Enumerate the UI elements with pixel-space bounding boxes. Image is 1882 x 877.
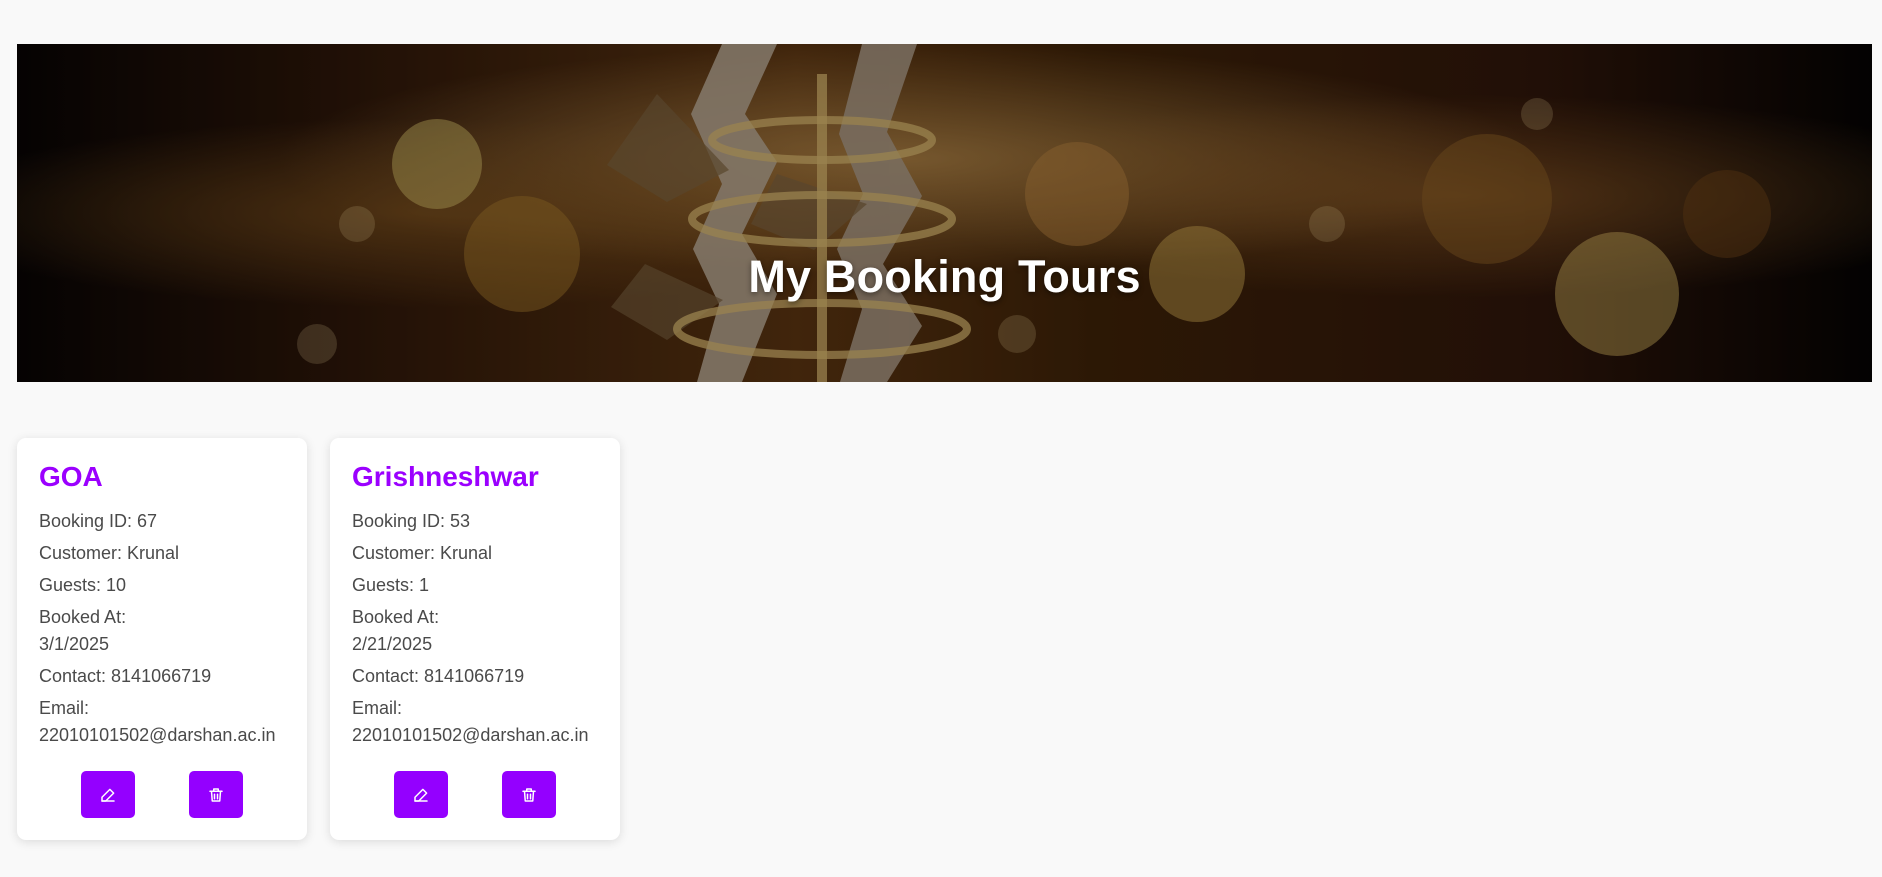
booking-cards-list: GOA Booking ID: 67 Customer: Krunal Gues… [17, 438, 620, 840]
booking-card: GOA Booking ID: 67 Customer: Krunal Gues… [17, 438, 307, 840]
contact-number: Contact: 8141066719 [39, 666, 212, 686]
guest-count: Guests: 10 [39, 575, 127, 595]
booking-actions [17, 771, 307, 818]
email-label: Email: [352, 698, 403, 718]
email-value: 22010101502@darshan.ac.in [352, 725, 589, 745]
booked-at-value: 3/1/2025 [39, 634, 110, 654]
edit-booking-button[interactable] [394, 771, 448, 818]
edit-icon [99, 786, 117, 804]
booked-at-value: 2/21/2025 [352, 634, 433, 654]
trash-icon [207, 786, 225, 804]
email-value: 22010101502@darshan.ac.in [39, 725, 276, 745]
booked-at: Booked At: 3/1/2025 [39, 604, 285, 658]
booked-at-label: Booked At: [352, 607, 440, 627]
page-title: My Booking Tours [748, 251, 1141, 303]
trash-icon [520, 786, 538, 804]
delete-booking-button[interactable] [189, 771, 243, 818]
booking-id: Booking ID: 53 [352, 511, 471, 531]
customer-name: Customer: Krunal [352, 543, 493, 563]
booked-at: Booked At: 2/21/2025 [352, 604, 598, 658]
edit-booking-button[interactable] [81, 771, 135, 818]
tour-title: Grishneshwar [352, 461, 539, 492]
hero-overlay [17, 44, 1872, 382]
page: My Booking Tours GOA Booking ID: 67 Cust… [0, 0, 1882, 877]
customer-name: Customer: Krunal [39, 543, 180, 563]
booking-id: Booking ID: 67 [39, 511, 158, 531]
email: Email: 22010101502@darshan.ac.in [39, 695, 285, 749]
booked-at-label: Booked At: [39, 607, 127, 627]
guest-count: Guests: 1 [352, 575, 430, 595]
booking-actions [330, 771, 620, 818]
email-label: Email: [39, 698, 90, 718]
edit-icon [412, 786, 430, 804]
delete-booking-button[interactable] [502, 771, 556, 818]
contact-number: Contact: 8141066719 [352, 666, 525, 686]
hero-banner: My Booking Tours [17, 44, 1872, 382]
booking-card: Grishneshwar Booking ID: 53 Customer: Kr… [330, 438, 620, 840]
email: Email: 22010101502@darshan.ac.in [352, 695, 598, 749]
tour-title: GOA [39, 461, 103, 492]
